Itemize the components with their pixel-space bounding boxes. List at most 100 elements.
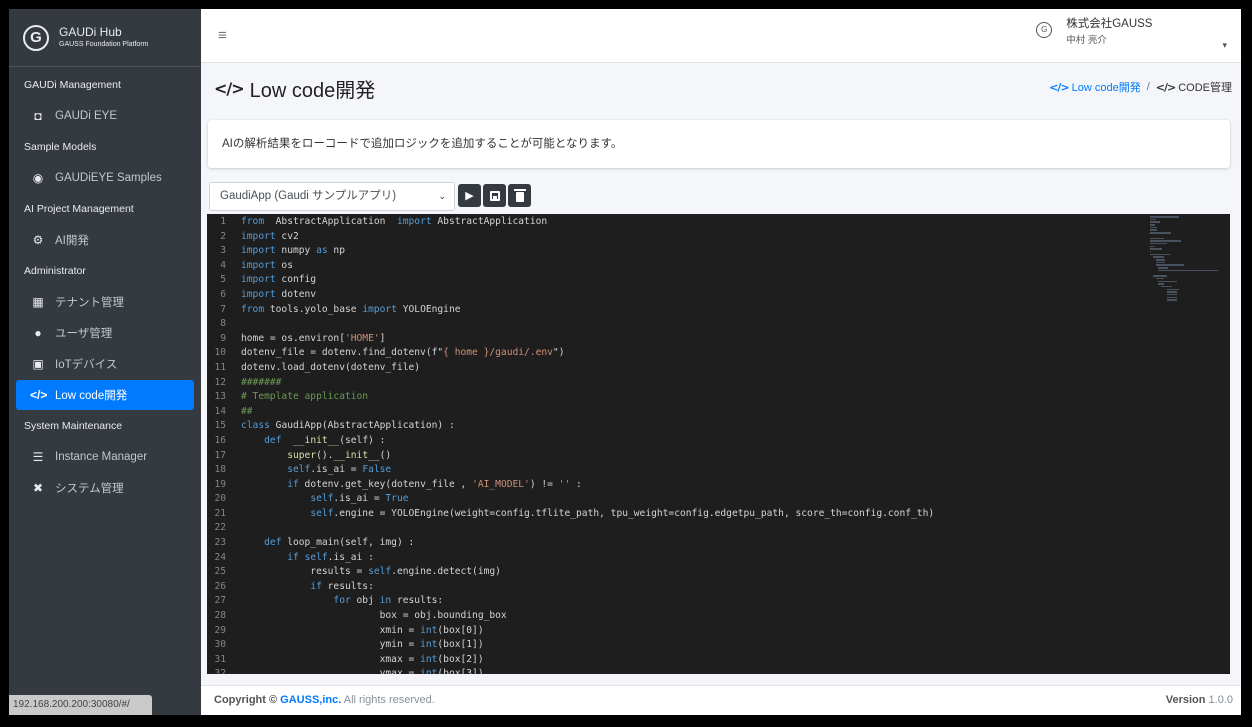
code-text: import os <box>241 259 293 271</box>
code-text: def loop_main(self, img) : <box>264 537 415 549</box>
code-line: 19 if dotenv.get_key(dotenv_file , 'AI_M… <box>207 478 1230 493</box>
company-logo-icon: G <box>1036 22 1053 38</box>
code-text: self.is_ai = True <box>310 493 409 505</box>
code-line: 24 if self.is_ai : <box>207 551 1230 566</box>
company-link[interactable]: GAUSS,inc. <box>280 694 341 706</box>
trash-icon <box>513 188 526 202</box>
page-title: </> Low code開発 <box>214 74 375 103</box>
breadcrumb-separator: / <box>1146 81 1150 93</box>
app-select-value: GaudiApp (Gaudi サンプルアプリ) <box>220 190 397 202</box>
brand-link[interactable]: G GAUDi Hub GAUSS Foundation Platform <box>9 9 201 67</box>
save-button[interactable] <box>483 184 506 207</box>
code-line: 2 import cv2 <box>207 230 1230 245</box>
line-number: 15 <box>214 420 226 432</box>
breadcrumb-current: </> CODE管理 <box>1155 81 1232 94</box>
code-text: import numpy as np <box>241 245 345 257</box>
code-text: results = self.engine.detect(img) <box>241 566 501 578</box>
code-text: from AbstractApplication import Abstract… <box>241 216 548 227</box>
sidebar-item-label: GAUDi EYE <box>55 110 117 122</box>
user-menu[interactable]: G 株式会社GAUSS 中村 亮介 ▾ <box>1036 16 1227 51</box>
line-number: 12 <box>214 376 226 388</box>
sidebar-section-header: GAUDi Management <box>24 79 121 91</box>
code-line: 26 if results: <box>207 580 1230 595</box>
sidebar-item[interactable]: </> Low code開発 <box>16 380 194 410</box>
sidebar-item[interactable]: ▣ IoTデバイス <box>16 349 194 379</box>
line-number: 23 <box>214 537 226 549</box>
sidebar-item[interactable]: ● ユーザ管理 <box>16 318 194 348</box>
sidebar-section-header: Administrator <box>24 265 86 277</box>
brand-subtitle: GAUSS Foundation Platform <box>59 40 149 48</box>
user-name: 中村 亮介 <box>1066 35 1107 46</box>
code-text: import config <box>241 274 317 286</box>
line-number: 11 <box>214 361 226 373</box>
breadcrumb-link[interactable]: </> Low code開発 <box>1049 79 1141 95</box>
line-number: 18 <box>214 464 226 476</box>
line-number: 13 <box>214 391 226 403</box>
code-line: 18 self.is_ai = False <box>207 463 1230 478</box>
code-text: import dotenv <box>241 288 317 300</box>
line-number: 25 <box>214 566 226 578</box>
code-line: 5 import config <box>207 273 1230 288</box>
footer: Copyright © GAUSS,inc. All rights reserv… <box>201 685 1241 715</box>
line-number: 8 <box>220 318 226 330</box>
code-line: 3 import numpy as np <box>207 244 1230 259</box>
line-number: 29 <box>214 624 226 636</box>
camera-icon: ◘ <box>34 109 42 123</box>
code-text: import cv2 <box>241 230 299 242</box>
menu-toggle-icon[interactable]: ≡ <box>218 27 227 44</box>
sidebar-nav: GAUDi Management ◘ GAUDi EYE Sample Models ◉… <box>9 67 201 503</box>
version: Version 1.0.0 <box>1165 694 1233 706</box>
run-button[interactable]: ▶ <box>458 184 481 207</box>
sidebar-item-label: GAUDiEYE Samples <box>55 172 162 184</box>
line-number: 9 <box>220 332 226 344</box>
code-line: 15 class GaudiApp(AbstractApplication) : <box>207 419 1230 434</box>
line-number: 14 <box>214 405 226 417</box>
code-text: def __init__(self) : <box>264 434 386 446</box>
code-lines: 1 from AbstractApplication import Abstrac… <box>207 214 1230 674</box>
code-line: 9 home = os.environ['HOME'] <box>207 332 1230 347</box>
sidebar-item-label: ユーザ管理 <box>55 328 113 340</box>
code-icon: </> <box>1155 81 1176 94</box>
line-number: 16 <box>214 434 226 446</box>
code-text: self.engine = YOLOEngine(weight=config.t… <box>310 507 935 519</box>
delete-button[interactable] <box>508 184 531 207</box>
line-number: 32 <box>214 668 226 674</box>
server-icon: ☰ <box>32 450 44 464</box>
line-number: 4 <box>220 259 226 271</box>
code-line: 11 dotenv.load_dotenv(dotenv_file) <box>207 361 1230 376</box>
code-line: 23 def loop_main(self, img) : <box>207 536 1230 551</box>
sidebar-item[interactable]: ☰ Instance Manager <box>16 442 194 472</box>
code-text: from tools.yolo_base import YOLOEngine <box>241 303 461 315</box>
chevron-down-icon[interactable]: ▾ <box>1222 40 1227 51</box>
code-text: if dotenv.get_key(dotenv_file , 'AI_MODE… <box>287 478 582 490</box>
sidebar-item[interactable]: ◘ GAUDi EYE <box>16 101 194 131</box>
brand-title: GAUDi Hub <box>59 24 122 39</box>
app-select[interactable]: GaudiApp (Gaudi サンプルアプリ) ⌄ <box>209 182 455 211</box>
code-editor[interactable]: 1 from AbstractApplication import Abstrac… <box>207 214 1230 674</box>
sidebar-item[interactable]: ✖ システム管理 <box>16 473 194 503</box>
cogs-icon: ⚙ <box>32 233 44 247</box>
page-title-text: Low code開発 <box>249 80 376 102</box>
sidebar-item[interactable]: ▦ テナント管理 <box>16 287 194 317</box>
description-card: AIの解析結果をローコードで追加ロジックを追加することが可能となります。 <box>208 120 1230 168</box>
editor-minimap[interactable] <box>1150 216 1222 301</box>
code-icon: </> <box>1049 81 1069 94</box>
code-line: 25 results = self.engine.detect(img) <box>207 565 1230 580</box>
code-line: 17 super().__init__() <box>207 449 1230 464</box>
code-line: 30 ymin = int(box[1]) <box>207 638 1230 653</box>
device-icon: ▣ <box>32 357 44 371</box>
sidebar-item[interactable]: ◉ GAUDiEYE Samples <box>16 163 194 193</box>
company-name: 株式会社GAUSS <box>1066 18 1153 30</box>
sidebar-item[interactable]: ⚙ AI開発 <box>16 225 194 255</box>
code-text: xmax = int(box[2]) <box>241 653 484 665</box>
line-number: 26 <box>214 580 226 592</box>
line-number: 22 <box>214 522 226 534</box>
save-icon <box>489 190 500 201</box>
line-number: 19 <box>214 478 226 490</box>
code-text: ymin = int(box[1]) <box>241 639 484 651</box>
sidebar-item-label: Instance Manager <box>55 451 148 463</box>
line-number: 24 <box>214 551 226 563</box>
code-text: class GaudiApp(AbstractApplication) : <box>241 420 455 432</box>
target-icon: ◉ <box>32 171 44 185</box>
line-number: 21 <box>214 507 226 519</box>
